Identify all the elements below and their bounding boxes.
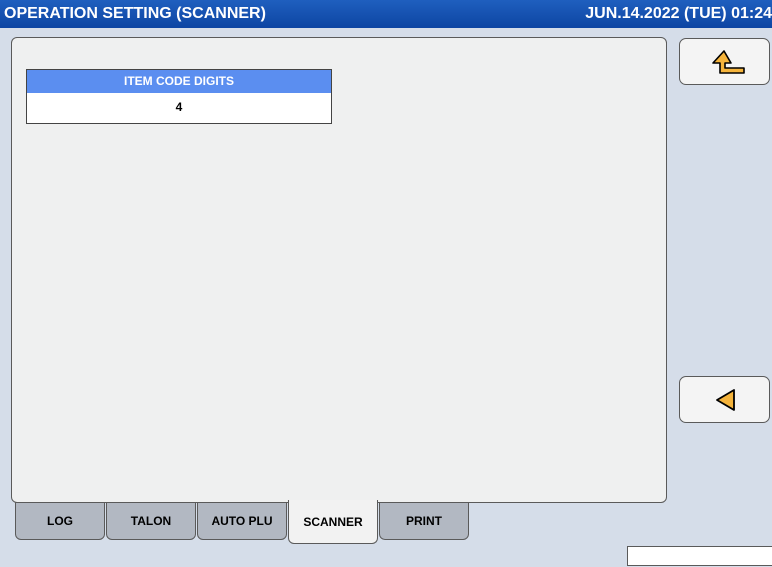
date-time-display: JUN.14.2022 (TUE) 01:24	[585, 5, 772, 22]
item-code-digits-label: ITEM CODE DIGITS	[27, 70, 331, 93]
tab-print[interactable]: PRINT	[379, 502, 469, 540]
tab-talon[interactable]: TALON	[106, 502, 196, 540]
title-bar: OPERATION SETTING (SCANNER) JUN.14.2022 …	[0, 0, 772, 28]
tab-auto-plu[interactable]: AUTO PLU	[197, 502, 287, 540]
left-triangle-icon	[716, 389, 735, 411]
back-button[interactable]	[679, 376, 770, 423]
tab-scanner[interactable]: SCANNER	[288, 500, 378, 544]
return-button[interactable]	[679, 38, 770, 85]
item-code-digits-value[interactable]: 4	[27, 93, 331, 123]
status-field	[627, 546, 772, 566]
tab-log[interactable]: LOG	[15, 502, 105, 540]
return-arrow-icon	[712, 50, 745, 74]
page-title: OPERATION SETTING (SCANNER)	[4, 5, 266, 22]
item-code-digits-field[interactable]: ITEM CODE DIGITS 4	[26, 69, 332, 124]
